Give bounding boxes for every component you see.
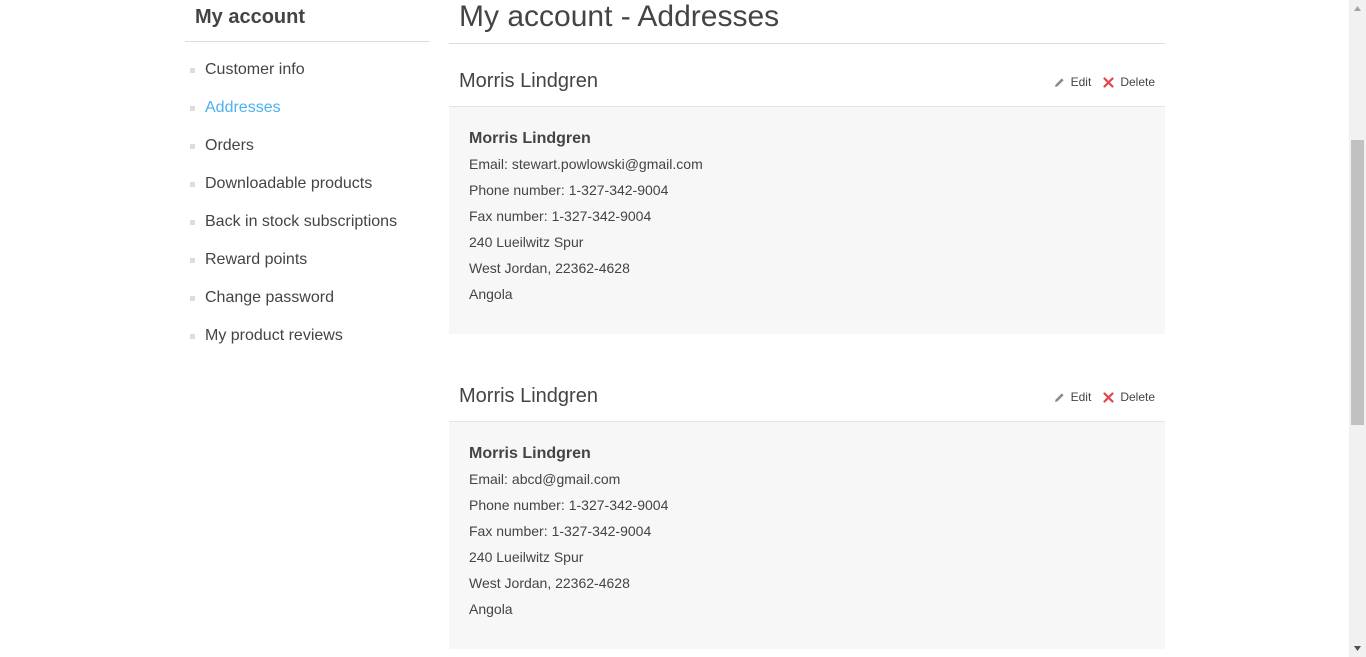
delete-address-button[interactable]: Delete (1103, 390, 1155, 404)
address-phone: Phone number: 1-327-342-9004 (469, 181, 1145, 199)
bullet-icon (190, 220, 195, 225)
address-city-zip: West Jordan, 22362-4628 (469, 575, 630, 591)
fax-label: Fax number: (469, 523, 548, 539)
bullet-icon (190, 334, 195, 339)
page-title: My account - Addresses (449, 0, 1165, 44)
bullet-icon (190, 106, 195, 111)
sidebar-item-addresses[interactable]: Addresses (185, 97, 430, 135)
address-name: Morris Lindgren (469, 445, 591, 462)
bullet-icon (190, 144, 195, 149)
sidebar-item-label: Change password (205, 289, 334, 306)
email-value: stewart.powlowski@gmail.com (511, 156, 703, 172)
delete-label: Delete (1120, 75, 1155, 89)
address-card-header: Morris Lindgren Edit Delete (449, 359, 1165, 422)
bullet-icon (190, 258, 195, 263)
page: My account Customer info Addresses Order… (0, 0, 1366, 657)
sidebar-item-customer-info[interactable]: Customer info (185, 59, 430, 97)
email-label: Email: (469, 471, 508, 487)
address-line1: 240 Lueilwitz Spur (469, 234, 584, 250)
address-fax: Fax number: 1-327-342-9004 (469, 207, 1145, 225)
sidebar-item-back-in-stock-subscriptions[interactable]: Back in stock subscriptions (185, 211, 430, 249)
phone-label: Phone number: (469, 182, 565, 198)
close-icon (1103, 76, 1114, 88)
address-phone: Phone number: 1-327-342-9004 (469, 496, 1145, 514)
delete-address-button[interactable]: Delete (1103, 75, 1155, 89)
phone-value: 1-327-342-9004 (568, 182, 669, 198)
phone-value: 1-327-342-9004 (568, 497, 669, 513)
sidebar-title: My account (185, 0, 430, 42)
delete-label: Delete (1120, 390, 1155, 404)
sidebar-item-reward-points[interactable]: Reward points (185, 249, 430, 287)
main-content: My account - Addresses Morris Lindgren E… (449, 0, 1165, 649)
close-icon (1103, 391, 1114, 403)
address-title: Morris Lindgren (459, 385, 598, 407)
phone-label: Phone number: (469, 497, 565, 513)
scroll-up-arrow-icon[interactable] (1349, 0, 1366, 17)
account-sidebar: My account Customer info Addresses Order… (185, 0, 430, 363)
bullet-icon (190, 182, 195, 187)
edit-address-button[interactable]: Edit (1054, 75, 1092, 89)
address-actions: Edit Delete (1054, 75, 1155, 89)
address-city-zip: West Jordan, 22362-4628 (469, 260, 630, 276)
address-country: Angola (469, 286, 513, 302)
scrollbar-thumb[interactable] (1351, 140, 1364, 425)
edit-label: Edit (1070, 75, 1092, 89)
email-value: abcd@gmail.com (511, 471, 621, 487)
email-label: Email: (469, 156, 508, 172)
sidebar-item-label: Downloadable products (205, 175, 373, 192)
edit-address-button[interactable]: Edit (1054, 390, 1092, 404)
sidebar-item-label: Addresses (205, 99, 281, 116)
address-actions: Edit Delete (1054, 390, 1155, 404)
sidebar-item-label: Back in stock subscriptions (205, 213, 398, 230)
address-card: Morris Lindgren Edit Delete Morris Lindg… (449, 359, 1165, 649)
vertical-scrollbar[interactable] (1349, 0, 1366, 657)
address-fax: Fax number: 1-327-342-9004 (469, 522, 1145, 540)
address-email: Email: abcd@gmail.com (469, 470, 1145, 488)
fax-label: Fax number: (469, 208, 548, 224)
account-nav-list: Customer info Addresses Orders Downloada… (185, 42, 430, 363)
bullet-icon (190, 68, 195, 73)
address-details: Morris Lindgren Email: abcd@gmail.com Pho… (449, 422, 1165, 649)
address-card-header: Morris Lindgren Edit Delete (449, 44, 1165, 107)
sidebar-item-label: My product reviews (205, 327, 343, 344)
address-country: Angola (469, 601, 513, 617)
sidebar-item-label: Reward points (205, 251, 308, 268)
bullet-icon (190, 296, 195, 301)
sidebar-item-orders[interactable]: Orders (185, 135, 430, 173)
address-card: Morris Lindgren Edit Delete Morris Lindg… (449, 44, 1165, 334)
address-email: Email: stewart.powlowski@gmail.com (469, 155, 1145, 173)
sidebar-item-change-password[interactable]: Change password (185, 287, 430, 325)
pencil-icon (1054, 392, 1064, 402)
sidebar-item-label: Orders (205, 137, 254, 154)
sidebar-item-my-product-reviews[interactable]: My product reviews (185, 325, 430, 363)
scroll-down-arrow-icon[interactable] (1349, 640, 1366, 657)
address-line1: 240 Lueilwitz Spur (469, 549, 584, 565)
address-details: Morris Lindgren Email: stewart.powlowski@… (449, 107, 1165, 334)
edit-label: Edit (1070, 390, 1092, 404)
pencil-icon (1054, 77, 1064, 87)
sidebar-item-downloadable-products[interactable]: Downloadable products (185, 173, 430, 211)
fax-value: 1-327-342-9004 (551, 523, 652, 539)
sidebar-item-label: Customer info (205, 61, 305, 78)
address-name: Morris Lindgren (469, 130, 591, 147)
fax-value: 1-327-342-9004 (551, 208, 652, 224)
address-title: Morris Lindgren (459, 70, 598, 92)
